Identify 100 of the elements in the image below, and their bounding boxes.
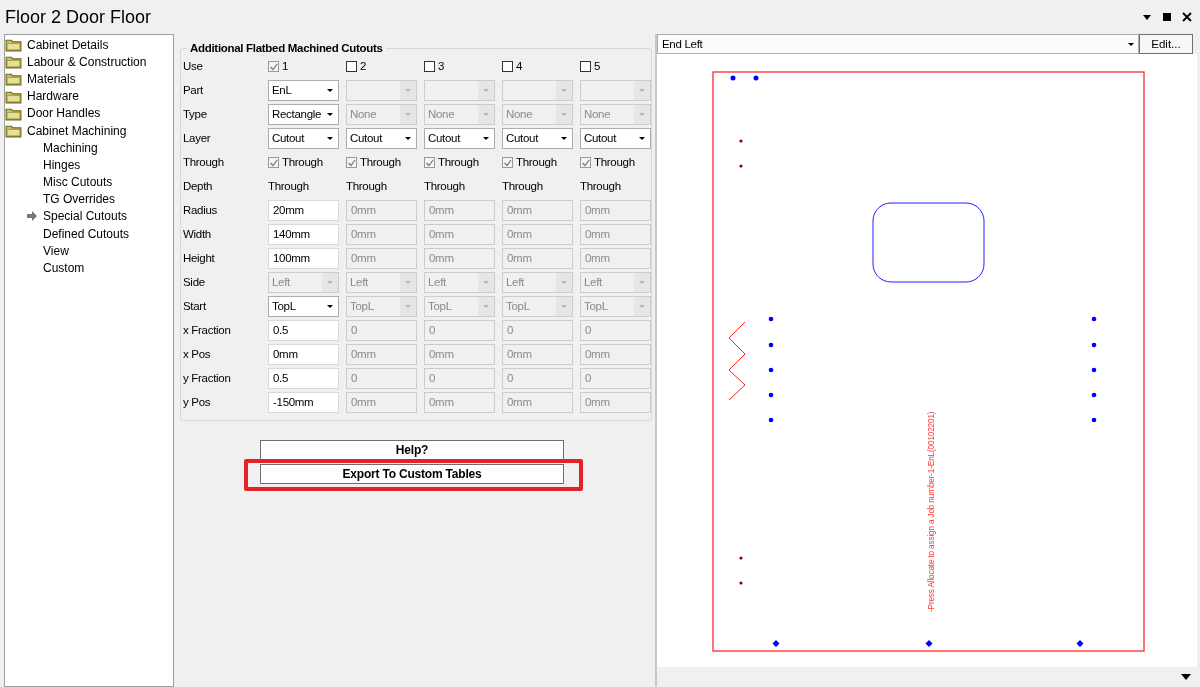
dropdown[interactable]: Cutout bbox=[502, 127, 573, 149]
dropdown[interactable]: Cutout bbox=[580, 127, 651, 149]
dropdown[interactable]: Cutout bbox=[424, 127, 495, 149]
caret-icon bbox=[639, 88, 645, 92]
caret-icon bbox=[639, 112, 645, 116]
caret-icon bbox=[483, 88, 489, 92]
dropdown[interactable]: Cutout bbox=[268, 127, 339, 149]
maximize-icon[interactable] bbox=[1162, 12, 1172, 22]
sidebar-item[interactable]: Hinges bbox=[5, 156, 173, 174]
caret-icon bbox=[327, 280, 333, 284]
dropdown[interactable]: Cutout bbox=[346, 127, 417, 149]
row-label: Radius bbox=[183, 204, 218, 216]
dropdown[interactable]: EnL bbox=[268, 79, 339, 101]
folder-icon bbox=[5, 71, 22, 87]
row-label: Depth bbox=[183, 180, 214, 192]
depth-value: Through bbox=[580, 180, 622, 192]
check-icon bbox=[503, 157, 512, 167]
text-field[interactable]: 140mm bbox=[268, 223, 339, 245]
text-field[interactable]: 0mm bbox=[268, 343, 339, 365]
text-field[interactable]: 20mm bbox=[268, 199, 339, 221]
row-label: Height bbox=[183, 252, 216, 264]
caret-icon bbox=[327, 304, 333, 308]
sidebar-item[interactable]: Hardware bbox=[5, 87, 173, 105]
row-label: Layer bbox=[183, 132, 212, 144]
sidebar-item[interactable]: View bbox=[5, 242, 173, 260]
sidebar-item[interactable]: TG Overrides bbox=[5, 190, 173, 208]
caret-icon bbox=[1128, 42, 1134, 46]
sidebar-item[interactable]: Cabinet Details bbox=[5, 36, 173, 54]
caret-icon bbox=[561, 136, 567, 140]
arrow-icon bbox=[26, 210, 37, 223]
checkbox[interactable]: 5 bbox=[580, 60, 651, 72]
dropdown[interactable]: Rectangle bbox=[268, 103, 339, 125]
folder-icon bbox=[5, 123, 22, 139]
sidebar-item[interactable]: Cabinet Machining bbox=[5, 121, 173, 140]
caret-icon bbox=[483, 136, 489, 140]
sidebar-item[interactable]: Special Cutouts bbox=[5, 207, 173, 226]
checkbox[interactable]: 4 bbox=[502, 60, 573, 72]
dropdown-icon[interactable] bbox=[1142, 12, 1152, 22]
caret-icon bbox=[639, 280, 645, 284]
view-dropdown[interactable]: End Left bbox=[657, 34, 1139, 54]
caret-icon bbox=[405, 304, 411, 308]
caret-icon bbox=[561, 304, 567, 308]
caret-icon bbox=[561, 280, 567, 284]
check-icon bbox=[269, 61, 278, 71]
depth-value: Through bbox=[502, 180, 544, 192]
row-label: Type bbox=[183, 108, 208, 120]
check-icon bbox=[347, 157, 356, 167]
caret-icon bbox=[327, 112, 333, 116]
caret-icon bbox=[405, 136, 411, 140]
sidebar-item[interactable]: Defined Cutouts bbox=[5, 225, 173, 243]
close-icon[interactable] bbox=[1182, 12, 1192, 22]
caret-icon bbox=[639, 304, 645, 308]
dropdown-icon[interactable] bbox=[1181, 674, 1191, 680]
caret-icon bbox=[483, 112, 489, 116]
text-field[interactable]: 0.5 bbox=[268, 319, 339, 341]
row-label: Start bbox=[183, 300, 207, 312]
row-label: x Fraction bbox=[183, 324, 232, 336]
edit-button[interactable]: Edit... bbox=[1139, 34, 1193, 54]
row-label: Side bbox=[183, 276, 206, 288]
job-number-label: -Press Allocate to assign a Job number-1-EnL(00102201) bbox=[926, 411, 936, 612]
caret-icon bbox=[327, 88, 333, 92]
sidebar-item[interactable]: Misc Cutouts bbox=[5, 173, 173, 191]
caret-icon bbox=[327, 136, 333, 140]
row-label: y Pos bbox=[183, 396, 212, 408]
folder-icon bbox=[5, 37, 22, 53]
caret-icon bbox=[405, 88, 411, 92]
row-label: Part bbox=[183, 84, 204, 96]
text-field[interactable]: 0.5 bbox=[268, 367, 339, 389]
checkbox[interactable]: 3 bbox=[424, 60, 495, 72]
export-button[interactable]: Export To Custom Tables bbox=[260, 464, 564, 484]
caret-icon bbox=[639, 136, 645, 140]
row-label: Through bbox=[183, 156, 225, 168]
group-title: Additional Flatbed Machined Cutouts bbox=[189, 42, 384, 54]
check-icon bbox=[425, 157, 434, 167]
folder-icon bbox=[5, 54, 22, 70]
depth-value: Through bbox=[346, 180, 388, 192]
check-icon bbox=[269, 157, 278, 167]
checkbox[interactable]: 2 bbox=[346, 60, 417, 72]
caret-icon bbox=[561, 112, 567, 116]
caret-icon bbox=[483, 280, 489, 284]
depth-value: Through bbox=[424, 180, 466, 192]
depth-value: Through bbox=[268, 180, 310, 192]
sidebar-item[interactable]: Custom bbox=[5, 259, 173, 277]
sidebar-item[interactable]: Labour & Construction bbox=[5, 53, 173, 71]
sidebar-item[interactable]: Door Handles bbox=[5, 104, 173, 122]
help-button[interactable]: Help? bbox=[260, 440, 564, 460]
row-label: y Fraction bbox=[183, 372, 232, 384]
dropdown[interactable]: TopL bbox=[268, 295, 339, 317]
sidebar-item[interactable]: Materials bbox=[5, 70, 173, 88]
text-field[interactable]: -150mm bbox=[268, 391, 339, 413]
row-label: Use bbox=[183, 60, 204, 72]
window-title: Floor 2 Door Floor bbox=[5, 6, 153, 28]
text-field[interactable]: 100mm bbox=[268, 247, 339, 269]
caret-icon bbox=[483, 304, 489, 308]
caret-icon bbox=[405, 112, 411, 116]
caret-icon bbox=[561, 88, 567, 92]
caret-icon bbox=[405, 280, 411, 284]
check-icon bbox=[581, 157, 590, 167]
sidebar-item[interactable]: Machining bbox=[5, 139, 173, 157]
row-label: Width bbox=[183, 228, 212, 240]
